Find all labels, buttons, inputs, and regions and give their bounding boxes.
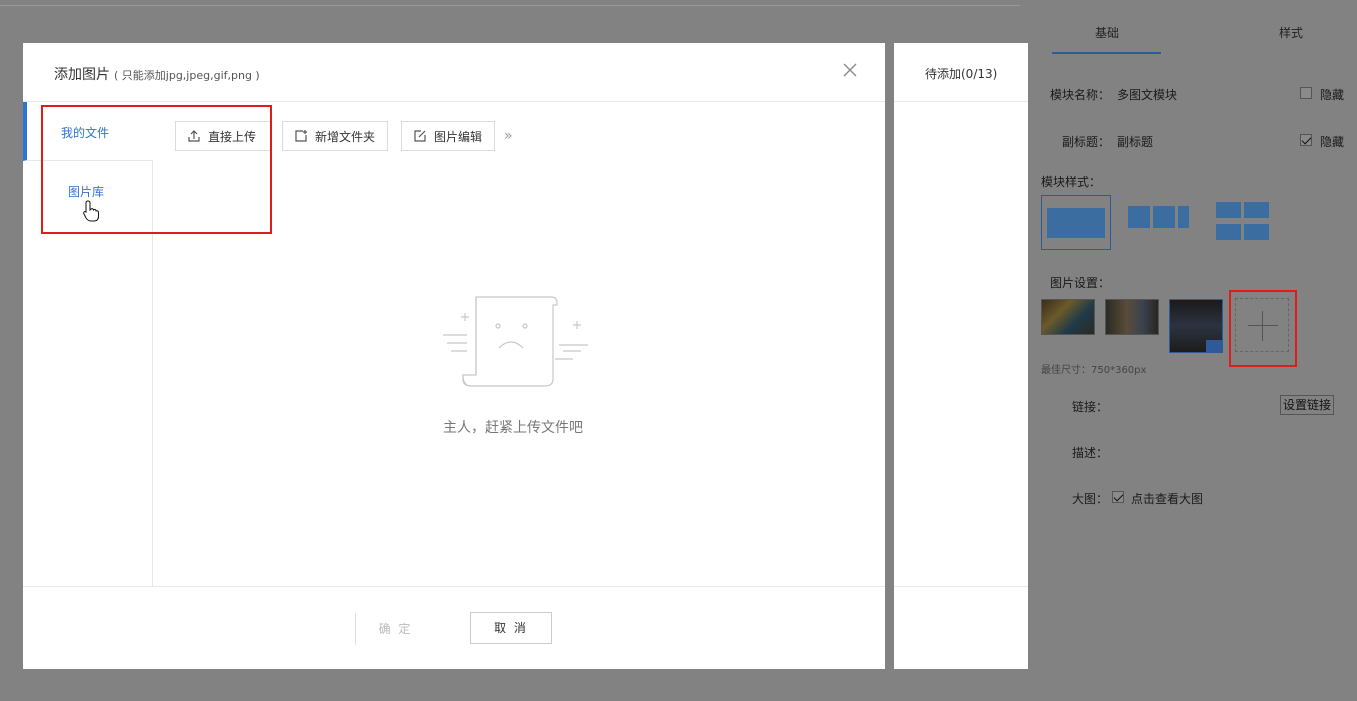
hide-module-checkbox[interactable]: [1300, 87, 1312, 99]
cancel-button[interactable]: 取 消: [470, 612, 552, 644]
link-label: 链接：: [1072, 400, 1109, 414]
empty-state-text: 主人，赶紧上传文件吧: [443, 420, 583, 436]
image-edit-button-label: 图片编辑: [434, 129, 483, 144]
more-chevrons-icon[interactable]: »: [504, 128, 513, 144]
highlight-box-sidebar: [41, 105, 272, 234]
confirm-button[interactable]: 确 定: [355, 613, 435, 645]
new-folder-button-label: 新增文件夹: [315, 129, 376, 144]
pending-header: 待添加(0/13): [894, 43, 1028, 102]
style-option-grid[interactable]: [1216, 202, 1272, 242]
modal-header: 添加图片 ( 只能添加jpg,jpeg,gif,png ): [23, 43, 885, 102]
image-setting-label: 图片设置：: [1050, 276, 1111, 290]
module-style-label: 模块样式：: [1041, 175, 1102, 189]
settings-panel: 基础 样式 模块名称： 多图文模块 隐藏 副标题： 副标题 隐藏 模块样式： 图…: [1028, 0, 1357, 701]
hide-subtitle-checkbox[interactable]: [1300, 134, 1312, 146]
description-label: 描述：: [1072, 446, 1109, 460]
modal-subtitle: ( 只能添加jpg,jpeg,gif,png ): [114, 69, 260, 82]
best-size-hint: 最佳尺寸：750*360px: [1041, 365, 1147, 376]
tab-active-underline: [1052, 52, 1161, 54]
hide-subtitle-label: 隐藏: [1320, 135, 1345, 149]
tab-basic[interactable]: 基础: [1095, 24, 1119, 41]
empty-folder-illustration: [443, 296, 588, 387]
pending-title: 待添加(0/13): [925, 67, 998, 81]
pending-panel: 待添加(0/13): [894, 43, 1028, 669]
style-option-three-column[interactable]: [1128, 206, 1190, 230]
image-thumbnail-2[interactable]: [1105, 299, 1159, 335]
subtitle-value[interactable]: 副标题: [1117, 133, 1153, 150]
image-thumbnail-3-selected[interactable]: [1169, 299, 1223, 353]
modal-title-text: 添加图片: [54, 67, 110, 83]
subtitle-label: 副标题：: [1062, 135, 1111, 149]
module-name-value[interactable]: 多图文模块: [1117, 86, 1177, 103]
selected-check-icon: [1206, 340, 1222, 352]
new-folder-icon: [295, 130, 307, 142]
background-page-divider: [0, 0, 1020, 6]
image-edit-button[interactable]: 图片编辑: [401, 121, 495, 151]
new-folder-button[interactable]: 新增文件夹: [282, 121, 388, 151]
hide-module-label: 隐藏: [1320, 88, 1345, 102]
image-thumbnail-1[interactable]: [1041, 299, 1095, 335]
edit-icon: [414, 130, 426, 142]
module-name-label: 模块名称：: [1050, 88, 1111, 102]
highlight-box-add-image: [1229, 290, 1297, 367]
big-image-checkbox[interactable]: [1112, 491, 1124, 503]
pending-footer-divider: [894, 586, 1028, 587]
set-link-button[interactable]: 设置链接: [1280, 395, 1334, 415]
modal-title: 添加图片 ( 只能添加jpg,jpeg,gif,png ): [54, 64, 260, 84]
modal-footer: 确 定 取 消: [23, 586, 885, 669]
close-icon[interactable]: [842, 62, 858, 78]
style-option-carousel[interactable]: [1041, 195, 1111, 250]
big-image-label: 大图：: [1072, 492, 1109, 506]
hand-cursor-icon: [83, 200, 99, 222]
big-image-option-label: 点击查看大图: [1131, 492, 1204, 506]
tab-style[interactable]: 样式: [1279, 24, 1303, 41]
